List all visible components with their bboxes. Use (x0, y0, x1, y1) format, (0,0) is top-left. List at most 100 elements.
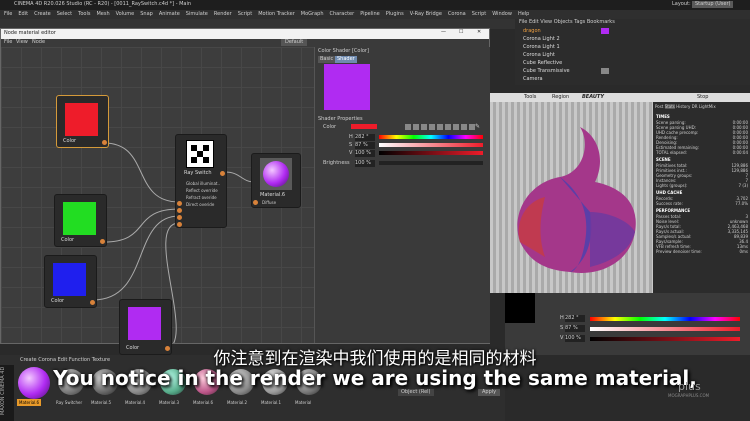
menu-item[interactable]: Script (472, 11, 487, 17)
material-name[interactable]: Material.2 (227, 399, 247, 406)
object-row[interactable]: Corona Light 2 (523, 36, 560, 43)
tab-stats[interactable]: Stats (664, 104, 675, 109)
tab-dr[interactable]: DR (692, 104, 698, 109)
material-tag-icon[interactable] (601, 68, 609, 74)
input-port[interactable] (177, 215, 182, 220)
input-port[interactable] (253, 200, 258, 205)
ray-switch-node[interactable]: Ray Switch Global illuminat.. Reflect ov… (175, 134, 227, 228)
saturation-slider[interactable] (590, 327, 740, 331)
render-pass-dropdown[interactable]: BEAUTY (582, 94, 604, 101)
ne-menu-item[interactable]: Node (32, 39, 45, 46)
object-row[interactable]: dragon (523, 28, 541, 35)
menu-item[interactable]: Character (330, 11, 355, 17)
color-node-blue[interactable]: Color (44, 255, 97, 308)
output-port[interactable] (102, 140, 107, 145)
saturation-field[interactable]: 87 % (565, 325, 585, 332)
object-row[interactable]: Corona Light (523, 52, 555, 59)
menu-item[interactable]: Window (492, 11, 512, 17)
render-menu-item[interactable]: Region (552, 94, 569, 101)
tab-basic[interactable]: Basic (318, 56, 336, 63)
menu-item[interactable]: Corona (448, 11, 466, 17)
object-row[interactable]: Corona Light 1 (523, 44, 560, 51)
om-menu-item[interactable]: File (519, 19, 527, 25)
color-node-red[interactable]: Color (56, 95, 109, 148)
menu-item[interactable]: Select (57, 11, 72, 17)
material-name[interactable]: Material.3 (159, 399, 179, 406)
object-row[interactable]: Cube Reflective (523, 60, 562, 67)
tab-post[interactable]: Post (655, 104, 663, 109)
om-menu-item[interactable]: View (540, 19, 552, 25)
menu-item[interactable]: Motion Tracker (258, 11, 295, 17)
om-menu-item[interactable]: Bookmarks (587, 19, 615, 25)
hue-slider[interactable] (379, 135, 483, 139)
minimize-icon[interactable]: — (441, 29, 446, 36)
menu-item[interactable]: Help (518, 11, 529, 17)
ne-menu-item[interactable]: View (16, 39, 28, 46)
saturation-slider[interactable] (379, 143, 483, 147)
color-mode-icons[interactable] (405, 124, 475, 130)
menu-item[interactable]: Plugins (386, 11, 404, 17)
material-node[interactable]: Material.6 Diffuse (251, 153, 301, 208)
node-canvas[interactable]: Color Color Color Color Ray Switch Globa… (1, 47, 314, 355)
value-slider[interactable] (590, 337, 740, 341)
menu-item[interactable]: File (4, 11, 12, 17)
om-menu-item[interactable]: Objects (554, 19, 573, 25)
om-menu-item[interactable]: Edit (529, 19, 539, 25)
material-name[interactable]: Material.5 (91, 399, 111, 406)
stat-value: 0:00:04 (732, 150, 748, 155)
om-menu-item[interactable]: Tags (574, 19, 585, 25)
hue-slider[interactable] (590, 317, 740, 321)
brightness-field[interactable]: 100 % (355, 160, 375, 167)
menu-item[interactable]: Edit (18, 11, 28, 17)
menu-item[interactable]: Mesh (96, 11, 109, 17)
output-port[interactable] (90, 300, 95, 305)
eyedropper-icon[interactable]: ✎ (475, 123, 480, 130)
tab-history[interactable]: History (676, 104, 690, 109)
material-name[interactable]: Material.6 (17, 399, 42, 406)
menu-item[interactable]: Create (34, 11, 51, 17)
menu-item[interactable]: Animate (159, 11, 180, 17)
apply-button[interactable]: Apply (478, 389, 501, 396)
object-row[interactable]: Cube Transmissive (523, 68, 570, 75)
layout-dropdown[interactable]: Startup (User) (692, 1, 734, 8)
menu-item[interactable]: MoGraph (301, 11, 324, 17)
menu-item[interactable]: Snap (140, 11, 153, 17)
hue-field[interactable]: 282 ° (565, 315, 585, 322)
color-node-green[interactable]: Color (54, 194, 107, 247)
output-port[interactable] (100, 239, 105, 244)
material-tag-icon[interactable] (601, 28, 609, 34)
tab-lightmix[interactable]: LightMix (699, 104, 716, 109)
view-dropdown[interactable]: Default (281, 39, 308, 46)
brightness-slider[interactable] (379, 161, 483, 165)
material-name[interactable]: Material.4 (125, 399, 145, 406)
menu-item[interactable]: V-Ray Bridge (410, 11, 442, 17)
menu-item[interactable]: Tools (78, 11, 90, 17)
saturation-field[interactable]: 87 % (355, 142, 375, 149)
menu-item[interactable]: Simulate (186, 11, 208, 17)
tab-shader[interactable]: Shader (335, 56, 357, 63)
material-name[interactable]: Material (295, 399, 311, 406)
output-port[interactable] (220, 171, 225, 176)
menu-item[interactable]: Render (214, 11, 232, 17)
color-field[interactable] (351, 124, 377, 129)
value-slider[interactable] (379, 151, 483, 155)
material-name[interactable]: Material.1 (261, 399, 281, 406)
stop-button[interactable]: Stop (697, 94, 708, 101)
input-port[interactable] (177, 222, 182, 227)
render-menu-item[interactable]: Tools (524, 94, 536, 101)
maximize-icon[interactable]: ☐ (459, 29, 463, 36)
material-name[interactable]: Material.6 (193, 399, 213, 406)
hue-field[interactable]: 282 ° (355, 134, 375, 141)
input-port[interactable] (177, 201, 182, 206)
material-name[interactable]: Ray Switcher (56, 399, 82, 406)
coordinate-mode-dropdown[interactable]: Object (Rel) (398, 389, 434, 396)
menu-item[interactable]: Pipeline (360, 11, 380, 17)
input-port[interactable] (177, 208, 182, 213)
object-row[interactable]: Camera (523, 76, 543, 83)
close-icon[interactable]: ✕ (477, 29, 481, 36)
ne-menu-item[interactable]: File (4, 39, 12, 46)
value-field[interactable]: 100 % (355, 150, 375, 157)
menu-item[interactable]: Script (238, 11, 253, 17)
value-field[interactable]: 100 % (565, 335, 585, 342)
menu-item[interactable]: Volume (116, 11, 135, 17)
